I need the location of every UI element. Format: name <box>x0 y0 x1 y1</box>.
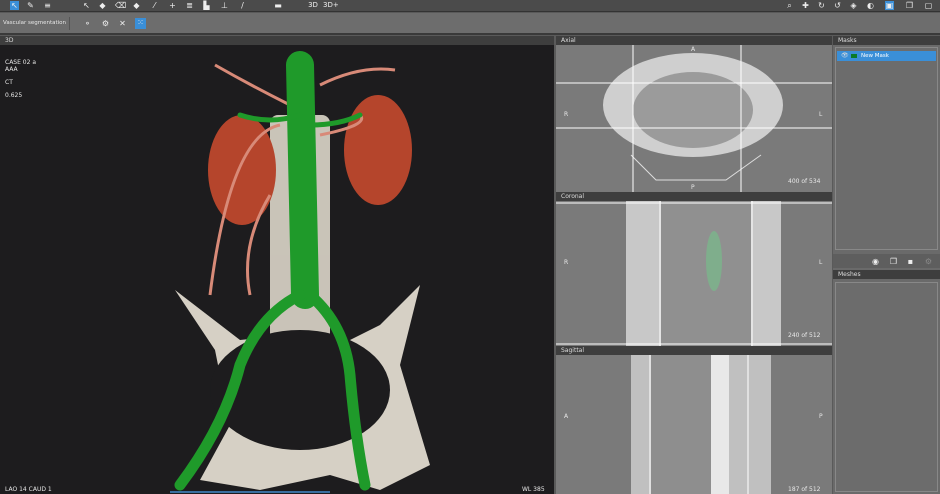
3d-viewport[interactable]: 3D CASE 02 a AAA CT 0.625 LAO 14 CAUD 1 … <box>0 36 554 494</box>
toolbar-title: Vascular segmentation <box>3 20 67 26</box>
slice-counter: 187 of 512 <box>788 486 821 493</box>
orient-bottom: P <box>691 184 695 191</box>
pointer-icon[interactable]: ↖ <box>10 1 19 10</box>
rotate-icon[interactable]: ↻ <box>817 1 826 10</box>
export-icon[interactable]: ▢ <box>924 1 933 10</box>
visibility-icon[interactable]: 👁 <box>841 51 849 61</box>
remove-seed-icon[interactable]: ⚙ <box>101 19 110 28</box>
mask-actions: ◉ ❐ ▪ ⚙ <box>833 254 940 268</box>
orient-left: R <box>564 259 569 266</box>
fill-icon[interactable]: ◆ <box>132 1 141 10</box>
layers-icon[interactable]: ≣ <box>185 1 194 10</box>
divider <box>69 17 70 30</box>
list-icon[interactable]: ≡ <box>43 1 52 10</box>
view-3d-button[interactable]: 3D <box>307 1 319 10</box>
window-level-icon[interactable]: ◈ <box>849 1 858 10</box>
panel-header-axial: Axial <box>556 36 832 45</box>
panel-header-sagittal: Sagittal <box>556 346 832 355</box>
eraser-icon[interactable]: ⌫ <box>115 1 126 10</box>
main-toolbar: ↖ ✎ ≡ ↖ ◆ ⌫ ◆ ⁄ + ≣ ▙ ⊥ / ▬ 3D 3D+ ⌕ ✚ ↻… <box>0 0 940 12</box>
crop-icon[interactable]: ▙ <box>202 1 211 10</box>
segmentation-toolbar: Vascular segmentation ⚬ ⚙ ✕ ⁙ <box>0 13 940 35</box>
meshes-list[interactable] <box>835 282 938 492</box>
pen-icon[interactable]: / <box>238 1 247 10</box>
mask-item[interactable]: 👁 New Mask <box>837 51 936 61</box>
shrink-icon[interactable]: ✕ <box>118 19 127 28</box>
layout-icon[interactable]: ▣ <box>885 1 894 10</box>
delete-icon[interactable]: ▪ <box>906 257 915 266</box>
expand-icon[interactable]: ⁙ <box>135 18 146 29</box>
wand-icon[interactable]: ⁄ <box>150 1 159 10</box>
window-level-label: WL 385 <box>522 486 545 493</box>
paint-icon[interactable]: ◆ <box>98 1 107 10</box>
orient-left: A <box>564 413 569 420</box>
reset-icon[interactable]: ↺ <box>833 1 842 10</box>
orient-top: A <box>691 46 696 53</box>
pan-icon[interactable]: ✚ <box>801 1 810 10</box>
slice-counter: 400 of 534 <box>788 178 821 185</box>
visibility-icon[interactable]: ◉ <box>871 257 880 266</box>
orient-right: P <box>819 413 823 420</box>
separator-line-icon[interactable]: ▬ <box>273 1 283 10</box>
threshold-icon[interactable]: + <box>168 1 177 10</box>
duplicate-icon[interactable]: ❐ <box>889 257 898 266</box>
sagittal-view[interactable]: Sagittal A P 187 of 512 <box>556 346 832 494</box>
orient-left: R <box>564 111 569 118</box>
mask-name: New Mask <box>861 53 889 59</box>
vessel-render <box>174 51 430 491</box>
coronal-view[interactable]: Coronal R L 240 of 512 <box>556 192 832 346</box>
panel-header-3d: 3D <box>0 36 554 45</box>
split-icon[interactable]: ⊥ <box>220 1 229 10</box>
orient-right: L <box>819 259 823 266</box>
zoom-icon[interactable]: ⌕ <box>785 1 794 10</box>
masks-header: Masks <box>833 36 940 45</box>
copy-icon[interactable]: ❐ <box>905 1 914 10</box>
opacity-slider[interactable] <box>170 491 330 493</box>
select-icon[interactable]: ↖ <box>82 1 91 10</box>
add-seed-icon[interactable]: ⚬ <box>83 19 92 28</box>
view-3d-plus-button[interactable]: 3D+ <box>323 1 339 10</box>
brush-icon[interactable]: ✎ <box>26 1 35 10</box>
slice-counter: 240 of 512 <box>788 332 821 339</box>
mask-color-swatch[interactable] <box>851 54 857 58</box>
masks-list[interactable]: 👁 New Mask <box>835 47 938 250</box>
axial-view[interactable]: Axial A P R L 400 of 534 <box>556 36 832 192</box>
orientation-label: LAO 14 CAUD 1 <box>5 486 52 493</box>
masks-panel: Masks 👁 New Mask ◉ ❐ ▪ ⚙ Meshes <box>833 36 940 494</box>
orient-right: L <box>819 111 823 118</box>
panel-header-coronal: Coronal <box>556 192 832 201</box>
meshes-header: Meshes <box>833 270 940 279</box>
settings-icon[interactable]: ⚙ <box>924 257 933 266</box>
contrast-icon[interactable]: ◐ <box>866 1 875 10</box>
